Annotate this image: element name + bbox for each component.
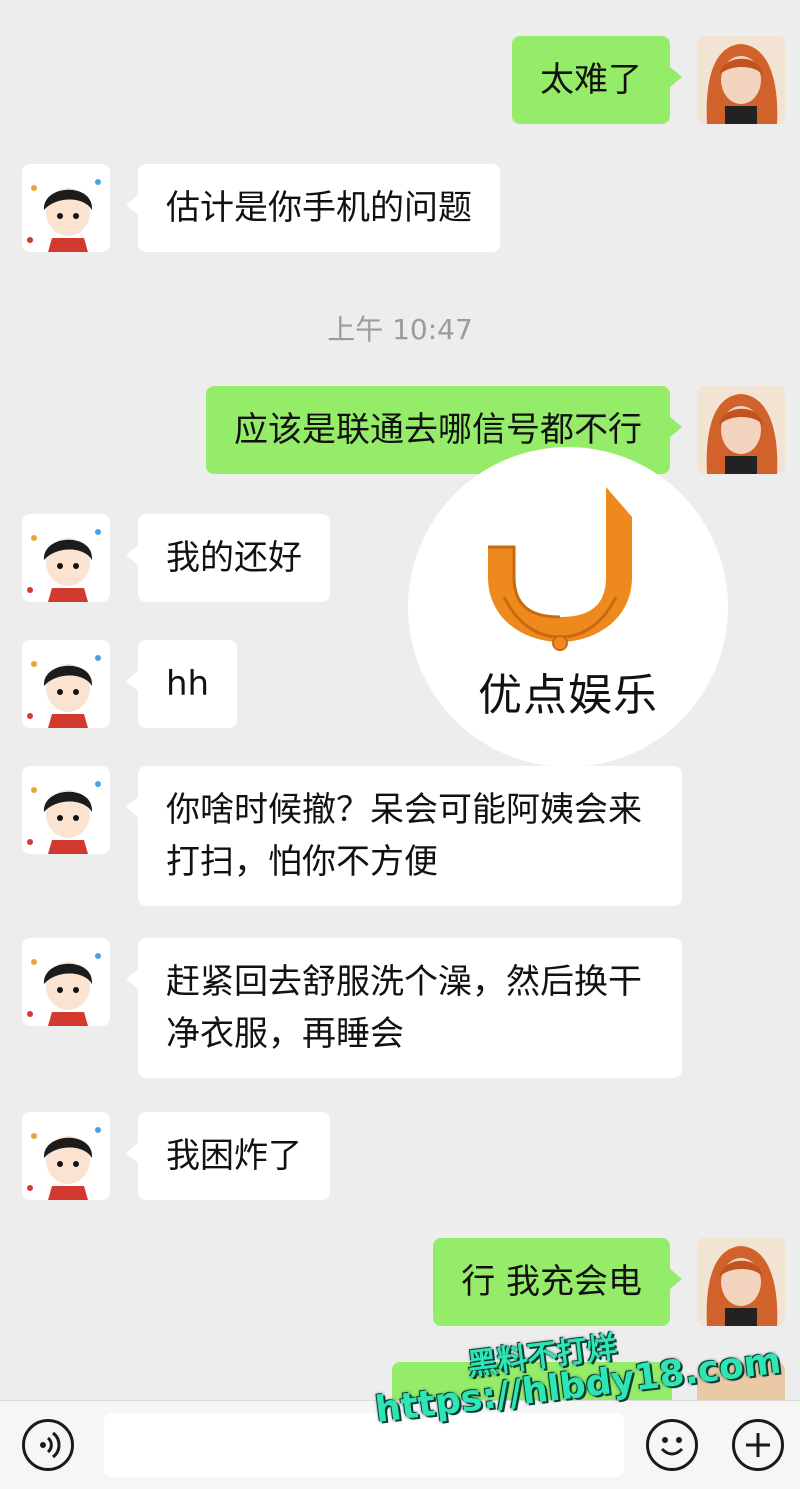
contact-avatar[interactable]	[22, 164, 110, 252]
message-bubble-outgoing[interactable]: 太难了	[512, 36, 682, 124]
chat-area[interactable]: 太难了 估计是你手机的问题 上午 10:47 应该是联通去哪信号都不行 我的还好…	[0, 0, 800, 1400]
message-input[interactable]	[104, 1413, 624, 1477]
emoji-icon[interactable]	[646, 1419, 698, 1471]
contact-avatar[interactable]	[22, 514, 110, 602]
contact-avatar[interactable]	[22, 640, 110, 728]
user-avatar[interactable]	[697, 1238, 785, 1326]
contact-avatar[interactable]	[22, 1112, 110, 1200]
message-bubble-incoming[interactable]: hh	[125, 640, 238, 728]
message-bubble-incoming[interactable]: 我的还好	[126, 514, 330, 602]
brand-watermark: 优点娱乐	[408, 447, 728, 767]
user-avatar[interactable]	[697, 36, 785, 124]
timestamp: 上午 10:47	[327, 313, 473, 346]
plus-icon[interactable]	[732, 1419, 784, 1471]
message-bubble-outgoing[interactable]: 行 我充会电	[433, 1238, 682, 1326]
message-bubble-incoming[interactable]: 我困炸了	[126, 1112, 330, 1200]
message-bubble-incoming[interactable]: 估计是你手机的问题	[126, 164, 500, 252]
contact-avatar[interactable]	[22, 766, 110, 854]
message-bubble-incoming[interactable]: 赶紧回去舒服洗个澡，然后换干净衣服，再睡会	[126, 938, 682, 1078]
brand-name: 优点娱乐	[478, 670, 658, 721]
voice-icon[interactable]	[22, 1419, 74, 1471]
contact-avatar[interactable]	[22, 938, 110, 1026]
brand-logo-icon	[488, 487, 632, 651]
message-bubble-incoming[interactable]: 你啥时候撤？呆会可能阿姨会来打扫，怕你不方便	[126, 766, 682, 906]
